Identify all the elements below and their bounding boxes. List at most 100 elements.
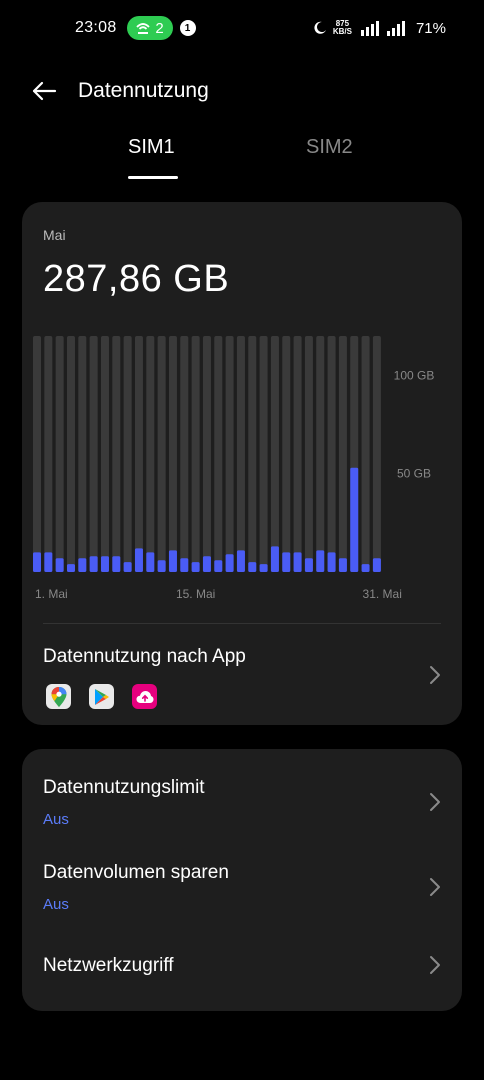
usage-bar[interactable] bbox=[259, 564, 268, 572]
usage-bar[interactable] bbox=[372, 558, 381, 572]
status-time: 23:08 bbox=[75, 19, 117, 36]
bar-track bbox=[327, 336, 336, 572]
bar-track bbox=[78, 336, 87, 572]
usage-bar[interactable] bbox=[248, 562, 257, 572]
usage-bar[interactable] bbox=[112, 556, 121, 572]
y-tick-label: 100 GB bbox=[394, 368, 435, 382]
google-play-icon bbox=[89, 684, 114, 709]
moon-icon bbox=[314, 21, 326, 34]
hotspot-count: 2 bbox=[155, 19, 164, 37]
bar-track bbox=[55, 336, 64, 572]
tab-indicator bbox=[128, 176, 178, 179]
back-arrow-icon[interactable] bbox=[24, 71, 64, 111]
usage-bar[interactable] bbox=[293, 552, 302, 572]
bar-track bbox=[33, 336, 41, 572]
page-title: Datennutzung bbox=[78, 79, 209, 102]
bar-track bbox=[157, 336, 166, 572]
usage-bar[interactable] bbox=[146, 552, 155, 572]
usage-bar[interactable] bbox=[55, 558, 64, 572]
bar-track bbox=[180, 336, 189, 572]
bar-track bbox=[259, 336, 268, 572]
bar-track bbox=[146, 336, 155, 572]
lte-signal-icon bbox=[360, 21, 379, 36]
bar-track bbox=[248, 336, 257, 572]
usage-bar[interactable] bbox=[316, 550, 325, 572]
notification-badge: 1 bbox=[179, 20, 196, 36]
bar-track bbox=[202, 336, 211, 572]
bar-track bbox=[123, 336, 132, 572]
usage-bar[interactable] bbox=[282, 552, 291, 572]
chevron-right-icon bbox=[430, 878, 440, 896]
bar-track bbox=[214, 336, 223, 572]
x-tick-label: 31. Mai bbox=[363, 587, 402, 601]
battery-level: 71% bbox=[415, 19, 446, 37]
app-icons bbox=[46, 684, 157, 709]
usage-bar[interactable] bbox=[361, 564, 370, 572]
hotspot-indicator[interactable]: 2 bbox=[126, 16, 173, 40]
usage-bar[interactable] bbox=[338, 558, 347, 572]
usage-card: Mai 287,86 GB 100 GB 50 GB 1. Mai 15. Mai 31… bbox=[22, 202, 462, 725]
bar-track bbox=[100, 336, 109, 572]
usage-bar[interactable] bbox=[304, 558, 313, 572]
chevron-right-icon bbox=[430, 666, 440, 684]
bar-track bbox=[225, 336, 234, 572]
chevron-right-icon bbox=[430, 793, 440, 811]
bar-track bbox=[112, 336, 121, 572]
usage-bar[interactable] bbox=[66, 564, 75, 572]
network-access-title: Netzwerkzugriff bbox=[43, 955, 174, 976]
usage-bar[interactable] bbox=[123, 562, 132, 572]
bar-track bbox=[134, 336, 143, 572]
usage-bar[interactable] bbox=[270, 546, 279, 572]
usage-bar[interactable] bbox=[180, 558, 189, 572]
app-usage-row[interactable]: Datennutzung nach App bbox=[22, 624, 462, 724]
usage-bar[interactable] bbox=[78, 558, 87, 572]
usage-bar[interactable] bbox=[191, 562, 200, 572]
settings-card: Datennutzungslimit Aus Datenvolumen spar… bbox=[22, 749, 462, 1011]
data-saver-title: Datenvolumen sparen bbox=[43, 862, 229, 883]
hotspot-icon bbox=[136, 23, 151, 34]
bar-track bbox=[361, 336, 370, 572]
net-speed-unit: KB/S bbox=[332, 27, 352, 36]
data-limit-value: Aus bbox=[43, 811, 69, 828]
bar-track bbox=[372, 336, 381, 572]
bar-track bbox=[168, 336, 177, 572]
app-usage-title: Datennutzung nach App bbox=[43, 646, 246, 667]
usage-bar[interactable] bbox=[33, 552, 41, 572]
usage-bar[interactable] bbox=[168, 550, 177, 572]
status-bar: 23:08 2 1 875 KB/S 71% bbox=[0, 0, 484, 56]
y-tick-label: 50 GB bbox=[397, 467, 431, 481]
tab-sim2[interactable]: SIM2 bbox=[306, 136, 353, 159]
usage-bar[interactable] bbox=[134, 548, 143, 572]
bar-track bbox=[191, 336, 200, 572]
usage-bar[interactable] bbox=[44, 552, 53, 572]
usage-bar[interactable] bbox=[225, 554, 234, 572]
data-saver-row[interactable]: Datenvolumen sparen Aus bbox=[22, 846, 462, 930]
usage-bar[interactable] bbox=[100, 556, 109, 572]
google-maps-icon bbox=[46, 684, 71, 709]
usage-bar[interactable] bbox=[350, 467, 359, 572]
bar-track bbox=[293, 336, 302, 572]
usage-bar[interactable] bbox=[89, 556, 98, 572]
bar-track bbox=[236, 336, 245, 572]
usage-bar[interactable] bbox=[236, 550, 245, 572]
tab-sim1[interactable]: SIM1 bbox=[128, 136, 175, 159]
bar-track bbox=[66, 336, 75, 572]
bar-track bbox=[316, 336, 325, 572]
signal-icon bbox=[386, 21, 405, 36]
network-access-row[interactable]: Netzwerkzugriff bbox=[22, 931, 462, 1015]
data-saver-value: Aus bbox=[43, 896, 69, 913]
usage-bar[interactable] bbox=[202, 556, 211, 572]
x-tick-label: 15. Mai bbox=[176, 587, 215, 601]
x-tick-label: 1. Mai bbox=[35, 587, 68, 601]
daily-usage-chart[interactable]: 100 GB 50 GB 1. Mai 15. Mai 31. Mai bbox=[22, 202, 462, 622]
app-header: Datennutzung bbox=[0, 70, 484, 112]
sim-tabs: SIM1 SIM2 bbox=[0, 136, 484, 180]
data-limit-row[interactable]: Datennutzungslimit Aus bbox=[22, 761, 462, 845]
cloud-upload-icon bbox=[132, 684, 157, 709]
bar-track bbox=[44, 336, 53, 572]
usage-bar[interactable] bbox=[327, 552, 336, 572]
bar-track bbox=[304, 336, 313, 572]
usage-bar[interactable] bbox=[214, 560, 223, 572]
net-speed: 875 KB/S bbox=[333, 20, 352, 36]
usage-bar[interactable] bbox=[157, 560, 166, 572]
